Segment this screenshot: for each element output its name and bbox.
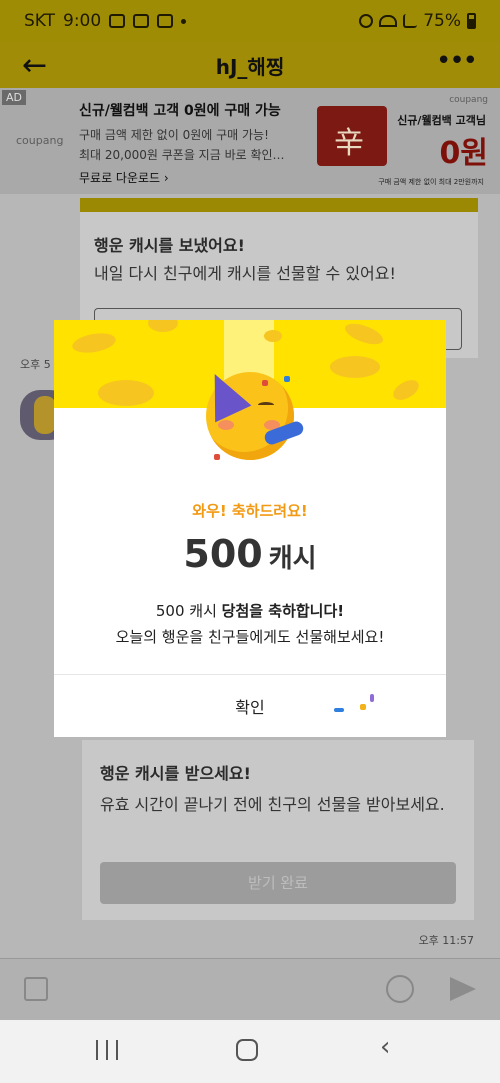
- reward-modal: 와우! 축하드려요! 500 캐시 500 캐시 당첨을 축하합니다! 오늘의 행…: [54, 320, 446, 737]
- chat-header: ← hJ_해찡 •••: [0, 42, 500, 88]
- chat-title: hJ_해찡: [215, 54, 285, 79]
- card-top-strip: [80, 198, 478, 212]
- coin-decoration: [264, 330, 282, 342]
- reward-message-1: 500 캐시 당첨을 축하합니다!: [54, 600, 446, 621]
- card-subtitle: 유효 시간이 끝나기 전에 친구의 선물을 받아보세요.: [100, 795, 445, 814]
- nav-back-icon[interactable]: ‹: [380, 1032, 390, 1062]
- confetti-icon: [334, 708, 344, 712]
- confetti-icon: [284, 376, 290, 382]
- more-notifications-icon: [181, 18, 187, 24]
- signal-icon: [403, 14, 418, 28]
- reward-amount-number: 500: [183, 532, 263, 576]
- card-subtitle: 내일 다시 친구에게 캐시를 선물할 수 있어요!: [94, 264, 396, 283]
- ad-product-image: [317, 106, 387, 166]
- receive-complete-button[interactable]: 받기 완료: [100, 862, 456, 904]
- clock: 9:00: [63, 11, 102, 31]
- ad-headline: 신규/웰컴백 고객 0원에 구매 가능: [79, 103, 281, 119]
- ad-price: 0원: [439, 136, 488, 171]
- ad-tag: AD: [2, 90, 26, 105]
- confetti-icon: [214, 454, 220, 460]
- card-title: 행운 캐시를 받으세요!: [100, 764, 251, 783]
- coin-decoration: [342, 320, 386, 349]
- message-time: 오후 11:57: [418, 934, 474, 947]
- ad-description-2: 최대 20,000원 쿠폰을 지금 바로 확인…: [79, 148, 285, 162]
- message-time: 오후 5: [20, 358, 51, 371]
- coin-decoration: [98, 380, 154, 406]
- ad-brand-logo: coupang: [16, 134, 64, 147]
- ad-right-title: 신규/웰컴백 고객님: [397, 114, 486, 127]
- alarm-icon: [359, 14, 374, 28]
- reward-amount-unit: 캐시: [268, 544, 317, 574]
- battery-icon: [467, 13, 476, 29]
- ad-download-link[interactable]: 무료로 다운로드 ›: [79, 169, 169, 186]
- recent-apps-icon[interactable]: [96, 1040, 118, 1060]
- reward-amount: 500 캐시: [54, 532, 446, 576]
- ad-footnote: 구매 금액 제한 없이 최대 2만원까지: [378, 178, 484, 186]
- ad-right-brand: coupang: [449, 95, 488, 105]
- image-notification-icon: [133, 14, 150, 28]
- carrier-label: SKT: [24, 11, 56, 31]
- wifi-icon: [379, 15, 398, 27]
- reward-message-2: 오늘의 행운을 친구들에게도 선물해보세요!: [115, 628, 385, 646]
- confetti-icon: [370, 694, 374, 702]
- system-nav-bar: ‹: [0, 1020, 500, 1083]
- battery-percent: 75%: [423, 11, 461, 31]
- more-vertical-icon[interactable]: •••: [436, 46, 478, 76]
- reward-message-prefix: 500 캐시: [155, 602, 222, 620]
- receive-cash-card: 행운 캐시를 받으세요! 유효 시간이 끝나기 전에 친구의 선물을 받아보세요…: [82, 740, 474, 920]
- reward-message-bold: 당첨을 축하합니다!: [221, 602, 345, 620]
- coin-decoration: [70, 330, 118, 356]
- coin-decoration: [148, 320, 178, 332]
- coin-decoration: [330, 356, 380, 378]
- congrats-text: 와우! 축하드려요!: [192, 502, 308, 520]
- home-icon[interactable]: [236, 1039, 258, 1061]
- status-bar: SKT 9:00 75%: [0, 0, 500, 42]
- gallery-icon[interactable]: [24, 977, 48, 1001]
- confetti-icon: [360, 704, 366, 710]
- emoji-icon[interactable]: [386, 975, 414, 1003]
- send-icon[interactable]: [450, 977, 476, 1001]
- notification-icon: [109, 14, 126, 28]
- ad-description-1: 구매 금액 제한 없이 0원에 구매 가능!: [79, 128, 269, 142]
- message-input-bar: [0, 958, 500, 1020]
- card-title: 행운 캐시를 보냈어요!: [94, 236, 245, 255]
- coin-decoration: [389, 376, 423, 404]
- confirm-button[interactable]: 확인: [54, 675, 446, 737]
- confetti-icon: [262, 380, 268, 386]
- chat-notification-icon: [157, 14, 174, 28]
- ad-banner[interactable]: AD coupang 신규/웰컴백 고객 0원에 구매 가능 구매 금액 제한 …: [0, 88, 500, 194]
